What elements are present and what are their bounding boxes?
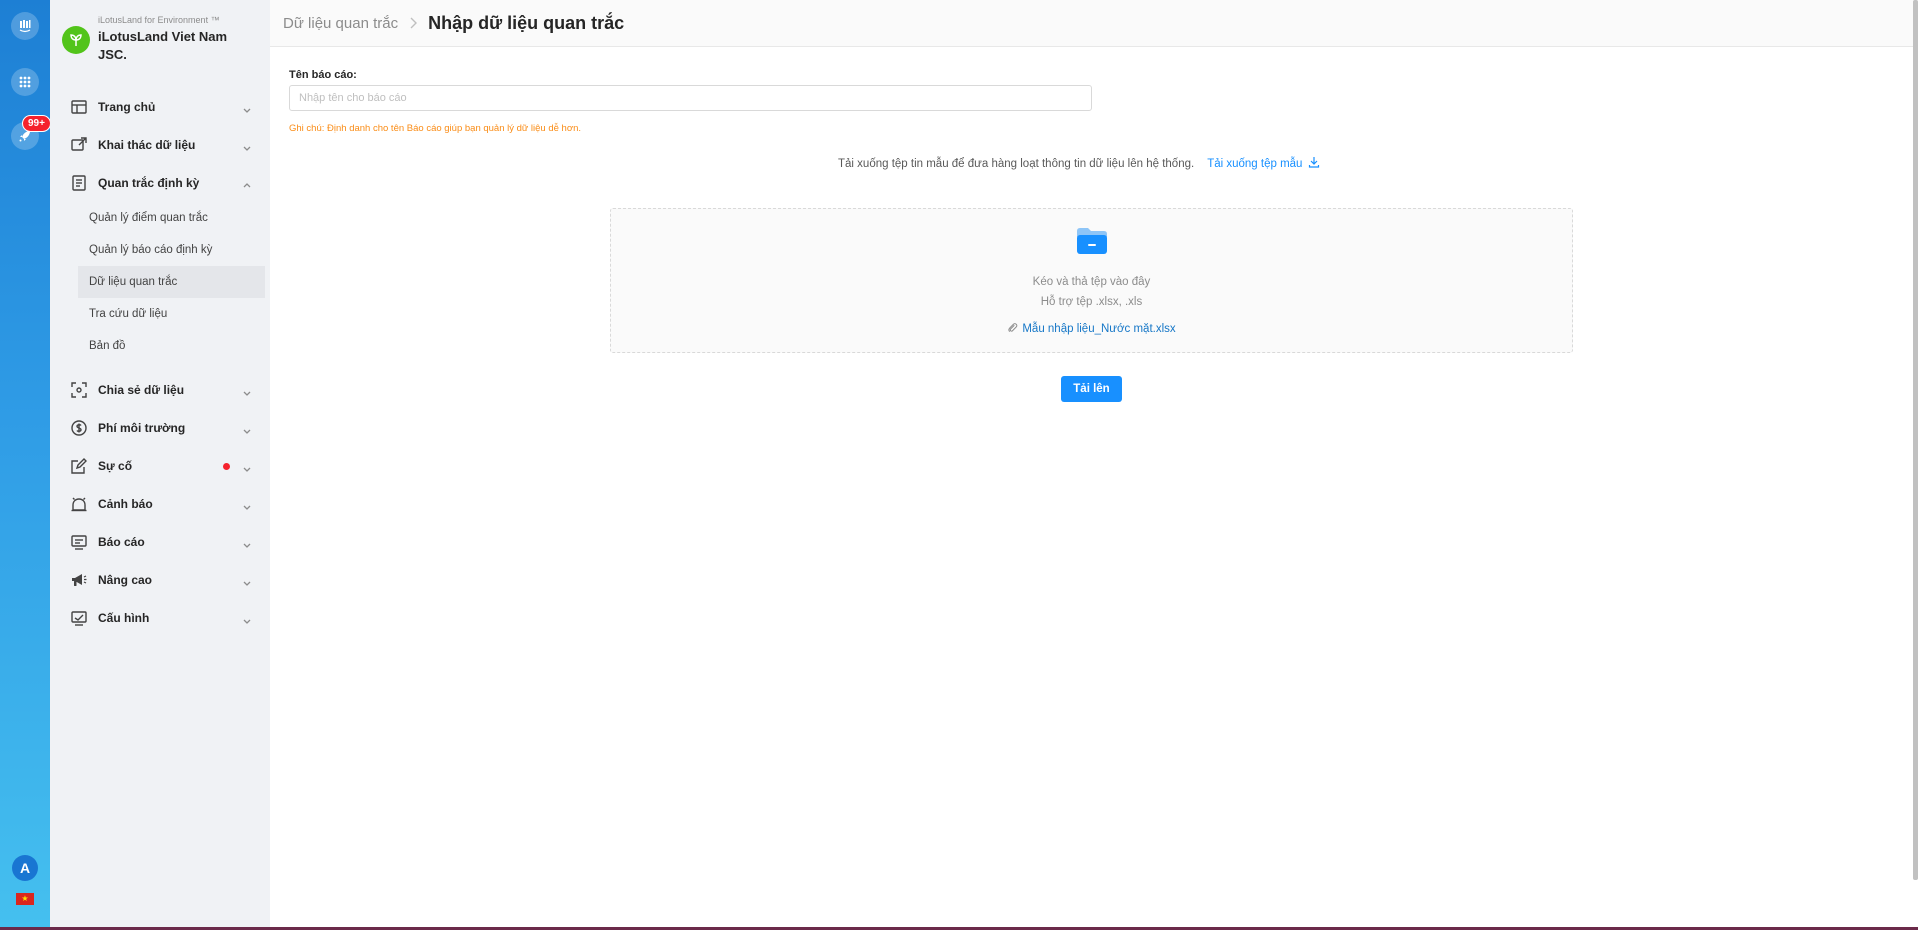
sidebar-subitem-monitoring-points[interactable]: Quản lý điểm quan trắc (50, 202, 270, 234)
sidebar-item-incidents[interactable]: Sự cố (50, 447, 270, 485)
sidebar-item-environmental-fee[interactable]: Phí môi trường (50, 409, 270, 447)
sidebar: iLotusLand for Environment ™ iLotusLand … (50, 0, 270, 930)
sidebar-item-label: Trang chủ (98, 100, 156, 114)
sidebar-item-label: Khai thác dữ liệu (98, 138, 196, 152)
sidebar-menu: Trang chủ Khai thác dữ liệu Quan trắc đị… (50, 88, 270, 637)
submenu-periodic-monitoring: Quản lý điểm quan trắc Quản lý báo cáo đ… (50, 202, 270, 362)
app-rail: 99+ A ★ (0, 0, 51, 930)
sidebar-subitem-map[interactable]: Bản đồ (50, 330, 270, 362)
sidebar-item-label: Quan trắc định kỳ (98, 176, 200, 190)
org-header: iLotusLand for Environment ™ iLotusLand … (62, 14, 248, 64)
folder-icon (1076, 228, 1107, 254)
sidebar-item-home[interactable]: Trang chủ (50, 88, 270, 126)
main-content: Tên báo cáo: Ghi chú: Định danh cho tên … (270, 48, 1918, 930)
dropzone-support-text: Hỗ trợ tệp .xlsx, .xls (1040, 296, 1143, 308)
apps-grid-icon[interactable] (11, 68, 39, 96)
file-dropzone[interactable]: Kéo và thả tệp vào đây Hỗ trợ tệp .xlsx,… (610, 208, 1573, 353)
sidebar-item-label: Sự cố (98, 459, 133, 473)
monitor-report-icon (70, 533, 88, 551)
chevron-right-icon (406, 16, 420, 30)
leaf-logo-icon (62, 26, 90, 54)
breadcrumb-parent[interactable]: Dữ liệu quan trắc (283, 15, 398, 32)
sidebar-item-warnings[interactable]: Cảnh báo (50, 485, 270, 523)
report-name-label: Tên báo cáo: (289, 69, 357, 81)
chevron-down-icon (242, 537, 252, 548)
sidebar-subitem-data-lookup[interactable]: Tra cứu dữ liệu (50, 298, 270, 330)
chevron-down-icon (242, 461, 252, 472)
chevron-down-icon (242, 499, 252, 510)
page-title: Nhập dữ liệu quan trắc (428, 12, 625, 33)
app-logo-icon[interactable] (11, 12, 39, 40)
alarm-bell-icon (70, 495, 88, 513)
paperclip-icon (1007, 322, 1018, 336)
attached-file-name: Mẫu nhập liệu_Nước mặt.xlsx (1022, 323, 1176, 335)
home-layout-icon (70, 98, 88, 116)
download-hint: Tải xuống tệp tin mẫu để đưa hàng loạt t… (838, 157, 1195, 170)
incident-alert-dot (223, 462, 230, 470)
page-scrollbar[interactable] (1913, 0, 1918, 880)
data-export-icon (70, 136, 88, 154)
page-header: Dữ liệu quan trắc Nhập dữ liệu quan trắc (270, 0, 1918, 47)
sidebar-item-data-sharing[interactable]: Chia sẻ dữ liệu (50, 371, 270, 409)
config-monitor-icon (70, 609, 88, 627)
upload-button[interactable]: Tải lên (1061, 376, 1122, 402)
template-download-row: Tải xuống tệp tin mẫu để đưa hàng loạt t… (838, 156, 1320, 171)
download-icon (1308, 156, 1320, 171)
share-focus-icon (70, 381, 88, 399)
notification-badge: 99+ (22, 115, 51, 132)
sidebar-item-data-mining[interactable]: Khai thác dữ liệu (50, 126, 270, 164)
sidebar-item-reports[interactable]: Báo cáo (50, 523, 270, 561)
sidebar-item-advanced[interactable]: Nâng cao (50, 561, 270, 599)
vietnam-flag-icon[interactable]: ★ (16, 893, 34, 905)
sidebar-item-label: Chia sẻ dữ liệu (98, 383, 185, 397)
sidebar-item-label: Phí môi trường (98, 421, 186, 435)
sidebar-item-label: Nâng cao (98, 573, 153, 587)
sidebar-subitem-periodic-reports[interactable]: Quản lý báo cáo định kỳ (50, 234, 270, 266)
org-subtitle: iLotusLand for Environment ™ (98, 15, 220, 25)
dollar-circle-icon (70, 419, 88, 437)
chevron-down-icon (242, 575, 252, 586)
sidebar-item-label: Cấu hình (98, 611, 150, 625)
document-list-icon (70, 174, 88, 192)
download-template-label: Tải xuống tệp mẫu (1207, 157, 1303, 170)
sidebar-item-label: Cảnh báo (98, 497, 153, 511)
chevron-down-icon (242, 613, 252, 624)
sidebar-subitem-monitoring-data[interactable]: Dữ liệu quan trắc (78, 266, 265, 298)
chevron-down-icon (242, 140, 252, 151)
report-name-note: Ghi chú: Định danh cho tên Báo cáo giúp … (289, 123, 581, 134)
sidebar-item-periodic-monitoring[interactable]: Quan trắc định kỳ (50, 164, 270, 202)
avatar[interactable]: A (12, 855, 38, 881)
sidebar-item-configuration[interactable]: Cấu hình (50, 599, 270, 637)
chevron-down-icon (242, 423, 252, 434)
org-name: iLotusLand Viet Nam JSC. (98, 29, 228, 62)
chevron-down-icon (242, 102, 252, 113)
report-name-input[interactable] (289, 85, 1092, 111)
edit-report-icon (70, 457, 88, 475)
chevron-down-icon (242, 385, 252, 396)
attached-file-link[interactable]: Mẫu nhập liệu_Nước mặt.xlsx (1007, 322, 1176, 336)
download-template-link[interactable]: Tải xuống tệp mẫu (1207, 156, 1320, 171)
dropzone-text: Kéo và thả tệp vào đây (1032, 276, 1151, 288)
chevron-up-icon (242, 178, 252, 188)
sidebar-item-label: Báo cáo (98, 535, 145, 549)
megaphone-icon (70, 571, 88, 589)
